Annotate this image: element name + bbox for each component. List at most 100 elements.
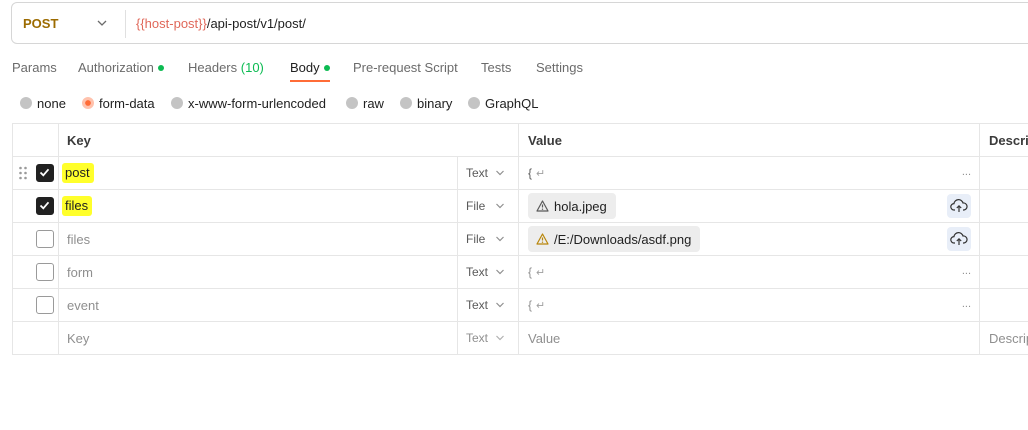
table-row: event Text {↵... bbox=[13, 289, 1028, 322]
radio-x-www-form-urlencoded[interactable]: x-www-form-urlencoded bbox=[171, 95, 326, 111]
type-select[interactable]: File bbox=[458, 223, 519, 255]
table-row: post Text {↵... bbox=[13, 157, 1028, 190]
form-data-table: Key Value Descrip post Text {↵... files … bbox=[12, 123, 1028, 355]
warning-icon bbox=[536, 200, 549, 212]
upload-button[interactable] bbox=[947, 227, 971, 251]
description-cell[interactable] bbox=[980, 190, 1028, 222]
value-cell[interactable]: {↵... bbox=[519, 157, 980, 189]
header-check-cell bbox=[13, 124, 59, 156]
return-icon: ↵ bbox=[536, 299, 546, 312]
tab-label: Authorization bbox=[78, 60, 154, 75]
tab-label: Body bbox=[290, 60, 320, 75]
chevron-down-icon bbox=[496, 302, 504, 308]
cloud-upload-icon bbox=[950, 199, 968, 212]
chevron-down-icon bbox=[496, 203, 504, 209]
tab-label: Params bbox=[12, 60, 57, 75]
tab-tests[interactable]: Tests bbox=[481, 60, 511, 75]
header-value: Value bbox=[519, 124, 980, 156]
check-icon bbox=[39, 168, 50, 177]
type-label: Text bbox=[466, 265, 489, 279]
tab-body[interactable]: Body bbox=[290, 60, 330, 75]
radio-graphql[interactable]: GraphQL bbox=[468, 95, 538, 111]
row-checkbox[interactable] bbox=[36, 296, 54, 314]
type-label: File bbox=[466, 232, 486, 246]
key-cell[interactable]: files bbox=[59, 190, 458, 222]
value-cell[interactable]: {↵... bbox=[519, 256, 980, 288]
radio-icon bbox=[400, 97, 412, 109]
chevron-down-icon bbox=[496, 170, 504, 176]
type-select[interactable]: Text bbox=[458, 256, 519, 288]
chevron-down-icon bbox=[496, 236, 504, 242]
tab-label: Pre-request Script bbox=[353, 60, 458, 75]
radio-form-data[interactable]: form-data bbox=[82, 95, 155, 111]
more-icon[interactable]: ... bbox=[962, 166, 971, 178]
url-path: /api-post/v1/post/ bbox=[206, 16, 306, 31]
headers-count: (10) bbox=[240, 60, 264, 75]
radio-selected-icon bbox=[82, 97, 94, 109]
row-checkbox[interactable] bbox=[36, 164, 54, 182]
description-cell[interactable] bbox=[980, 256, 1028, 288]
tab-settings[interactable]: Settings bbox=[536, 60, 583, 75]
description-cell[interactable] bbox=[980, 223, 1028, 255]
type-select[interactable]: Text bbox=[458, 289, 519, 321]
key-text: post bbox=[62, 163, 94, 183]
tab-pre-request-script[interactable]: Pre-request Script bbox=[353, 60, 458, 75]
row-checkbox[interactable] bbox=[36, 197, 54, 215]
key-cell[interactable]: post bbox=[59, 157, 458, 189]
tab-label: Tests bbox=[481, 60, 512, 75]
file-chip[interactable]: hola.jpeg bbox=[528, 193, 616, 219]
radio-none[interactable]: none bbox=[20, 95, 66, 111]
status-dot-icon bbox=[323, 64, 330, 71]
table-row: form Text {↵... bbox=[13, 256, 1028, 289]
method-select[interactable]: POST bbox=[23, 16, 58, 31]
tab-authorization[interactable]: Authorization bbox=[78, 60, 164, 75]
radio-binary[interactable]: binary bbox=[400, 95, 452, 111]
type-select[interactable]: Text bbox=[458, 157, 519, 189]
header-description: Descrip bbox=[980, 124, 1028, 156]
row-check-cell bbox=[13, 223, 59, 255]
header-key: Key bbox=[59, 124, 519, 156]
new-key-input[interactable]: Key bbox=[59, 322, 458, 354]
check-icon bbox=[39, 201, 50, 210]
file-chip[interactable]: /E:/Downloads/asdf.png bbox=[528, 226, 701, 252]
description-cell[interactable] bbox=[980, 289, 1028, 321]
type-label: Text bbox=[466, 298, 489, 312]
type-select[interactable]: Text bbox=[458, 322, 519, 354]
key-text: files bbox=[62, 196, 93, 216]
value-text: { bbox=[528, 298, 533, 312]
value-text: { bbox=[528, 265, 533, 279]
warning-icon bbox=[536, 233, 549, 245]
upload-button[interactable] bbox=[947, 194, 971, 218]
radio-raw[interactable]: raw bbox=[346, 95, 384, 111]
new-value-input[interactable]: Value bbox=[519, 322, 980, 354]
value-placeholder: Value bbox=[528, 330, 561, 346]
table-row: files File hola.jpeg bbox=[13, 190, 1028, 223]
row-checkbox[interactable] bbox=[36, 230, 54, 248]
chevron-down-icon[interactable] bbox=[96, 16, 108, 30]
tab-headers[interactable]: Headers (10) bbox=[188, 60, 264, 75]
type-select[interactable]: File bbox=[458, 190, 519, 222]
url-variable: {{host-post}} bbox=[136, 16, 207, 31]
value-text: { bbox=[528, 166, 533, 180]
description-cell[interactable] bbox=[980, 157, 1028, 189]
value-cell: /E:/Downloads/asdf.png bbox=[519, 223, 980, 255]
radio-icon bbox=[20, 97, 32, 109]
tab-params[interactable]: Params bbox=[12, 60, 57, 75]
key-cell[interactable]: event bbox=[59, 289, 458, 321]
key-cell[interactable]: form bbox=[59, 256, 458, 288]
value-cell[interactable]: {↵... bbox=[519, 289, 980, 321]
return-icon: ↵ bbox=[536, 266, 546, 279]
url-bar: POST {{host-post}}/api-post/v1/post/ bbox=[11, 2, 1028, 44]
new-row: Key Text Value Descrip bbox=[13, 322, 1028, 355]
url-input[interactable]: {{host-post}}/api-post/v1/post/ bbox=[136, 16, 306, 31]
more-icon[interactable]: ... bbox=[962, 265, 971, 277]
tab-label: Headers bbox=[188, 60, 238, 75]
radio-icon bbox=[171, 97, 183, 109]
drag-handle-icon[interactable] bbox=[19, 166, 27, 180]
new-description-input[interactable]: Descrip bbox=[980, 322, 1028, 354]
row-check-cell bbox=[13, 157, 59, 189]
row-checkbox[interactable] bbox=[36, 263, 54, 281]
more-icon[interactable]: ... bbox=[962, 298, 971, 310]
row-check-cell bbox=[13, 256, 59, 288]
key-cell[interactable]: files bbox=[59, 223, 458, 255]
